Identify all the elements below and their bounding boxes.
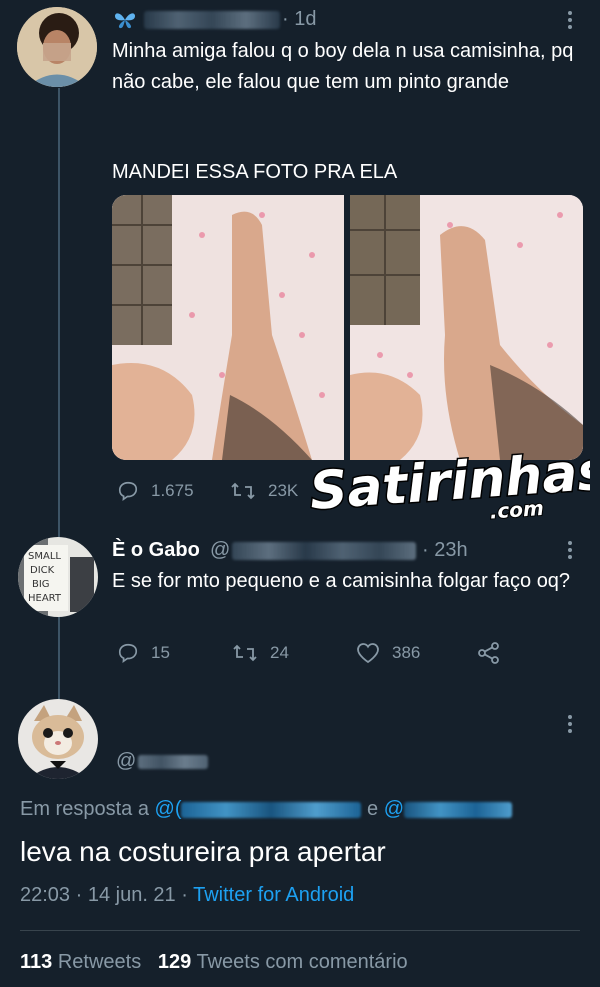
like-action[interactable]: 386 (356, 642, 420, 664)
retweet-icon (233, 644, 257, 662)
reply-and: e (367, 798, 379, 820)
avatar-image (18, 699, 98, 779)
quotes-stat[interactable]: 129 Tweets com comentário (158, 951, 408, 973)
more-icon[interactable] (568, 715, 574, 736)
photo-2-image (350, 195, 583, 460)
watermark-text: Satirinhas (308, 441, 590, 522)
retweets-label: Retweets (57, 951, 142, 973)
like-count: 386 (392, 643, 421, 662)
tweet-text-2: MANDEI ESSA FOTO PRA ELA (112, 161, 398, 183)
tweet-stats: 113 Retweets 129 Tweets com comentário (20, 951, 408, 974)
reply-context: Em resposta a @( e @ (20, 798, 513, 821)
tweet-photo-2[interactable] (350, 195, 583, 460)
more-icon[interactable] (568, 541, 574, 562)
reply-action[interactable]: 1.675 (117, 480, 194, 502)
at-sign[interactable]: @ (210, 539, 230, 562)
display-name[interactable]: È o Gabo (112, 539, 200, 562)
share-icon[interactable] (478, 642, 500, 669)
tweet-client[interactable]: Twitter for Android (193, 884, 354, 906)
photo-1-image (112, 195, 344, 460)
reply-mention-1[interactable]: @( (155, 798, 182, 820)
retweet-action[interactable]: 24 (232, 642, 289, 664)
retweet-action[interactable]: 23K (230, 480, 298, 502)
reply-prefix: Em resposta a (20, 798, 149, 820)
reply-icon (118, 481, 138, 501)
username-blurred[interactable] (144, 11, 280, 29)
reply-count: 1.675 (151, 481, 194, 500)
tweet-meta: 22:03 · 14 jun. 21 · Twitter for Android (20, 884, 354, 907)
quotes-count: 129 (157, 951, 192, 973)
retweets-stat[interactable]: 113 Retweets (20, 951, 141, 973)
heart-icon (357, 643, 379, 664)
reply-mention-1-blurred[interactable] (181, 801, 362, 818)
butterfly-icon (113, 10, 137, 30)
avatar-sign-3: BIG (32, 579, 50, 590)
tweet-timestamp[interactable]: 22:03 · 14 jun. 21 (20, 884, 176, 906)
tweet-time[interactable]: · 1d (282, 8, 316, 31)
reply-mention-2-blurred[interactable] (404, 801, 513, 818)
reply-mention-2[interactable]: @ (384, 798, 404, 820)
avatar-sign-2: DICK (30, 565, 55, 576)
retweet-count: 23K (268, 481, 299, 500)
avatar[interactable]: SMALL DICK BIG HEART (18, 537, 98, 617)
avatar-image: SMALL DICK BIG HEART (18, 537, 98, 617)
retweet-count: 24 (270, 643, 289, 662)
tweet-text: Minha amiga falou q o boy dela n usa cam… (112, 40, 574, 93)
avatar[interactable] (17, 7, 97, 87)
retweet-icon (231, 482, 255, 500)
username-blurred[interactable] (232, 542, 416, 560)
watermark-logo: Satirinhas .com (300, 428, 600, 538)
retweets-count: 113 (20, 951, 53, 973)
watermark-domain: .com (489, 496, 545, 524)
more-icon[interactable] (568, 11, 574, 32)
avatar-sign-4: HEART (28, 593, 62, 604)
tweet-time[interactable]: · 23h (422, 539, 468, 562)
username-blurred[interactable] (138, 755, 208, 769)
at-sign[interactable]: @ (116, 750, 136, 773)
avatar[interactable] (18, 699, 98, 779)
tweet-text: leva na costureira pra apertar (20, 836, 386, 867)
avatar-image (17, 7, 97, 87)
tweet-text: E se for mto pequeno e a camisinha folga… (112, 570, 571, 592)
reply-icon (118, 643, 138, 663)
reply-action[interactable]: 15 (117, 642, 170, 664)
avatar-sign-1: SMALL (28, 551, 61, 562)
meta-separator: · (181, 884, 188, 906)
divider (20, 930, 580, 931)
quotes-label: Tweets com comentário (196, 951, 408, 973)
reply-count: 15 (151, 643, 170, 662)
tweet-photo-1[interactable] (112, 195, 344, 460)
